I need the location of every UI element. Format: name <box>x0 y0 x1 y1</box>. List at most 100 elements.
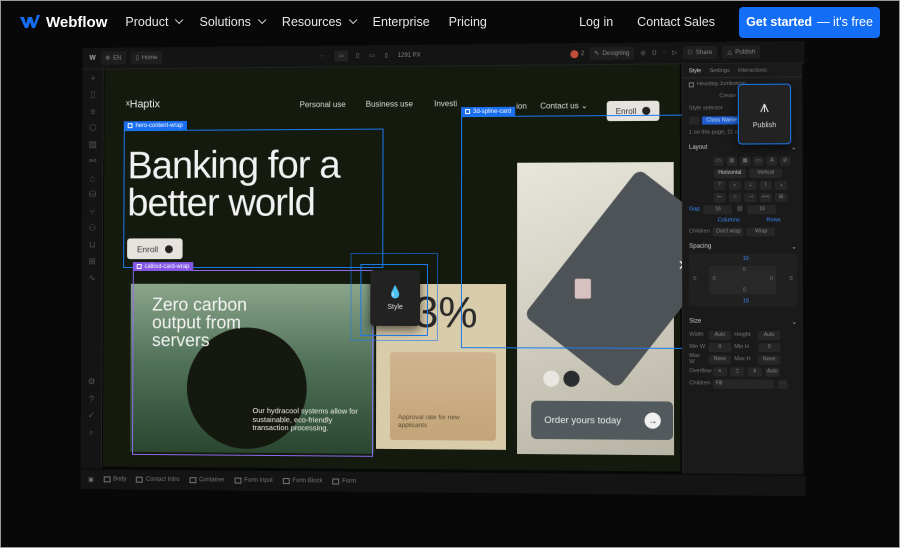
gap-row-input[interactable]: 16 <box>747 204 777 214</box>
breadcrumb-item[interactable]: Body <box>103 476 126 483</box>
margin-right[interactable]: 0 <box>789 276 792 282</box>
check-icon[interactable]: ◎ <box>640 50 645 57</box>
display-text-icon[interactable]: A <box>766 156 777 166</box>
variables-icon[interactable]: ⚯ <box>82 153 103 170</box>
swatch-dark[interactable] <box>563 370 580 387</box>
justify-between-icon[interactable]: ⟺ <box>759 192 772 202</box>
justify-around-icon[interactable]: ⊞ <box>774 192 788 202</box>
contact-sales-link[interactable]: Contact Sales <box>637 15 715 29</box>
logic-icon[interactable]: ⑂ <box>82 203 103 220</box>
breadcrumb-item[interactable]: Contact Intro <box>136 476 179 483</box>
order-button[interactable]: Order yours today → <box>531 400 674 441</box>
tablet-icon[interactable]: ▯ <box>356 52 359 59</box>
breadcrumb-item[interactable]: Form Input <box>234 477 273 484</box>
share-button[interactable]: ⚇ Share <box>682 45 718 60</box>
nav-toggle-icon[interactable]: ▣ <box>88 476 94 483</box>
direction-vertical[interactable]: Vertical <box>749 168 783 178</box>
max-height-input[interactable]: None <box>757 354 781 364</box>
database-icon[interactable]: ⛁ <box>82 186 103 203</box>
help-icon[interactable]: ? <box>81 390 102 407</box>
search-icon[interactable]: ⌕ <box>81 424 102 441</box>
spacing-box[interactable]: 15 0 0 15 0 0 0 0 <box>689 253 797 307</box>
site-nav-business[interactable]: Business use <box>366 100 413 109</box>
cms-icon[interactable]: ⌂ <box>82 170 103 187</box>
link-icon[interactable]: ⛓ <box>736 206 743 212</box>
site-nav-personal[interactable]: Personal use <box>300 100 346 109</box>
width-input[interactable]: Auto <box>708 330 732 340</box>
overflow-scroll-icon[interactable]: ⇕ <box>747 366 762 377</box>
pages-icon[interactable]: ▯ <box>82 86 103 103</box>
margin-left[interactable]: 0 <box>693 276 696 282</box>
components-icon[interactable]: ⬡ <box>82 119 103 136</box>
gap-column-input[interactable]: 16 <box>703 204 733 214</box>
align-top-icon[interactable]: ⊤ <box>713 180 726 190</box>
justify-end-icon[interactable]: ⊣ <box>744 192 757 202</box>
margin-top[interactable]: 15 <box>743 256 749 262</box>
comment-icon[interactable]: ◌ <box>663 50 667 56</box>
align-baseline-icon[interactable]: ⫠ <box>774 180 788 190</box>
height-input[interactable]: Auto <box>757 330 781 340</box>
webflow-logo[interactable]: Webflow <box>20 14 107 31</box>
get-started-button[interactable]: Get started — it's free <box>739 6 880 38</box>
min-height-input[interactable]: 0 <box>757 342 781 352</box>
nav-product[interactable]: Product <box>125 15 184 29</box>
display-block-icon[interactable]: ▭ <box>713 156 724 166</box>
preview-icon[interactable]: ▷ <box>672 49 677 56</box>
site-nav-invest[interactable]: Investi <box>434 99 457 108</box>
site-nav-contact[interactable]: Contact us ⌄ <box>540 101 588 110</box>
publish-button[interactable]: △ Publish <box>722 45 761 59</box>
assets-icon[interactable]: ▨ <box>82 136 103 153</box>
apps-icon[interactable]: ⊞ <box>82 253 103 270</box>
swatch-light[interactable] <box>543 370 560 387</box>
breadcrumb-item[interactable]: Container <box>189 477 225 483</box>
padding-top[interactable]: 0 <box>743 267 746 273</box>
align-bottom-icon[interactable]: ⊥ <box>744 180 757 190</box>
justify-center-icon[interactable]: ⊹ <box>728 192 742 202</box>
users-icon[interactable]: ⚇ <box>82 220 103 237</box>
dont-wrap-option[interactable]: Don't wrap <box>713 226 744 237</box>
justify-start-icon[interactable]: ⊢ <box>713 192 726 202</box>
display-flex-icon[interactable]: ▥ <box>726 156 737 166</box>
checklist-icon[interactable]: ✓ <box>81 407 102 424</box>
breadcrumb-item[interactable]: Form <box>332 478 356 485</box>
direction-horizontal[interactable]: Horizontal <box>713 168 747 178</box>
display-grid-icon[interactable]: ▦ <box>739 156 751 166</box>
tab-interactions[interactable]: Interactions <box>738 67 767 73</box>
collaborator-avatar[interactable] <box>570 49 579 58</box>
size-section[interactable]: Size ⌄ <box>683 312 803 328</box>
activity-icon[interactable]: ∿ <box>81 270 102 287</box>
max-width-input[interactable]: None <box>708 354 732 364</box>
padding-box[interactable]: 0 0 0 0 <box>709 265 777 295</box>
padding-left[interactable]: 0 <box>713 276 716 282</box>
publish-popup[interactable]: ⩚ Publish <box>737 83 792 145</box>
landscape-icon[interactable]: ▭ <box>369 52 375 59</box>
desktop-icon[interactable]: ▭ <box>334 50 349 62</box>
overflow-auto[interactable]: Auto <box>765 366 780 377</box>
nav-enterprise[interactable]: Enterprise <box>373 15 430 29</box>
tab-style[interactable]: Style <box>689 68 701 74</box>
min-width-input[interactable]: 0 <box>708 342 732 352</box>
checkbox[interactable] <box>688 81 694 87</box>
nav-solutions[interactable]: Solutions <box>199 15 267 29</box>
children-fit-select[interactable]: Fill <box>712 378 775 389</box>
locale-selector[interactable]: ⊕ EN <box>100 51 127 65</box>
margin-bottom[interactable]: 15 <box>743 298 749 304</box>
display-inline-icon[interactable]: ▭ <box>753 156 764 166</box>
overflow-hidden-icon[interactable]: ⌶ <box>730 366 745 377</box>
align-stretch-icon[interactable]: I <box>759 180 772 190</box>
spacing-section[interactable]: Spacing ⌄ <box>683 238 803 254</box>
padding-bottom[interactable]: 0 <box>743 287 746 293</box>
nav-pricing[interactable]: Pricing <box>449 15 487 29</box>
add-icon[interactable]: + <box>82 69 103 86</box>
class-name-chip[interactable]: Class Name <box>702 116 741 125</box>
login-link[interactable]: Log in <box>579 15 613 29</box>
overflow-visible-icon[interactable]: ≡ <box>712 366 728 376</box>
padding-right[interactable]: 0 <box>770 276 773 282</box>
designer-canvas[interactable]: xHaptix Personal use Business use Invest… <box>102 64 734 472</box>
ecommerce-icon[interactable]: ⊔ <box>82 236 103 253</box>
wrap-option[interactable]: Wrap <box>746 226 776 237</box>
style-popup[interactable]: 💧 Style <box>370 269 421 326</box>
more-icon[interactable]: ··· <box>319 53 325 59</box>
mobile-icon[interactable]: ▯ <box>385 52 388 59</box>
breadcrumb-item[interactable]: Form Block <box>282 478 322 484</box>
